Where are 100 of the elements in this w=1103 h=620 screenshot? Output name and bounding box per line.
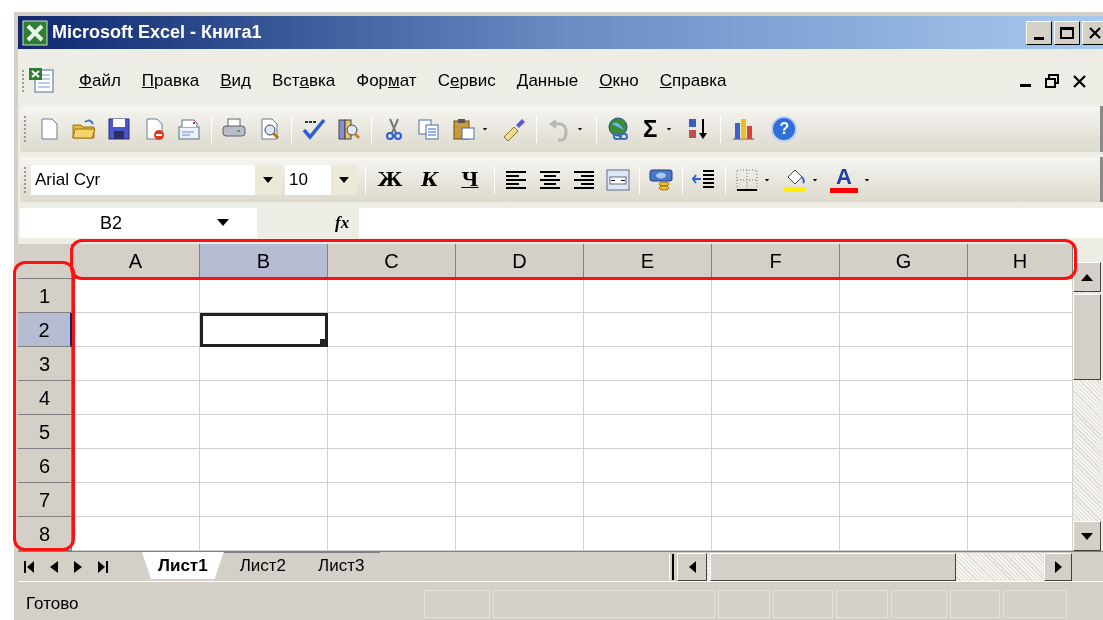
grid-cell[interactable] [584, 279, 712, 313]
row-header[interactable]: 8 [18, 517, 72, 551]
formula-field[interactable] [359, 208, 1103, 238]
grid-cell[interactable] [584, 483, 712, 517]
bar-chart-icon[interactable] [730, 116, 757, 142]
sheet-tab[interactable]: Лист1 [142, 552, 224, 579]
grid-cell[interactable] [200, 381, 328, 415]
grid-cell[interactable] [200, 483, 328, 517]
grid-cell[interactable] [712, 279, 840, 313]
next-sheet-icon[interactable] [74, 560, 82, 573]
column-header[interactable]: B [200, 244, 328, 279]
menu-item[interactable]: Сервис [431, 66, 502, 96]
grid-cell[interactable] [328, 347, 456, 381]
row-header[interactable]: 7 [18, 483, 72, 517]
grid-cell[interactable] [584, 415, 712, 449]
document-icon[interactable] [27, 66, 57, 96]
column-header[interactable]: H [968, 244, 1073, 279]
font-name-field[interactable]: Arial Cyr [31, 164, 281, 195]
minimize-button[interactable] [1026, 20, 1052, 45]
help-button[interactable]: ? [771, 116, 798, 142]
currency-icon[interactable] [648, 166, 674, 193]
grid-cell[interactable] [584, 449, 712, 483]
close-icon[interactable] [1073, 74, 1086, 88]
scroll-right-button[interactable] [1044, 552, 1072, 581]
last-sheet-icon[interactable] [98, 560, 108, 573]
menu-item[interactable]: Правка [135, 66, 206, 96]
row-header[interactable]: 4 [18, 381, 72, 415]
italic-button[interactable]: К [414, 165, 446, 194]
grid-cell[interactable] [584, 381, 712, 415]
copy-icon[interactable] [416, 116, 442, 142]
previous-sheet-icon[interactable] [50, 560, 58, 573]
grid-cell[interactable] [712, 415, 840, 449]
paintbrush-icon[interactable] [501, 116, 527, 142]
menu-item[interactable]: Формат [350, 66, 423, 96]
grid-cell[interactable] [328, 449, 456, 483]
clipboard-icon[interactable] [451, 116, 477, 142]
row-header[interactable]: 3 [18, 347, 72, 381]
grid-cell[interactable] [456, 483, 584, 517]
scroll-left-button[interactable] [677, 552, 707, 581]
grid-cell[interactable] [200, 449, 328, 483]
row-header[interactable]: 1 [18, 279, 72, 313]
font-size-field[interactable]: 10 [285, 164, 357, 195]
envelope-icon[interactable] [176, 116, 202, 142]
borders-icon[interactable] [734, 166, 760, 193]
font-color-button[interactable]: A [830, 166, 858, 193]
grid-cell[interactable] [712, 483, 840, 517]
grid-cell[interactable] [584, 347, 712, 381]
menu-item[interactable]: Данные [510, 66, 585, 96]
name-box[interactable]: B2 [20, 208, 257, 238]
grid-cell[interactable] [712, 313, 840, 347]
horizontal-scrollbar[interactable] [677, 552, 1072, 581]
grid-cell[interactable] [840, 449, 968, 483]
grid-cell[interactable] [840, 381, 968, 415]
first-sheet-icon[interactable] [24, 560, 34, 573]
split-handle[interactable] [669, 553, 674, 580]
grid-cell[interactable] [712, 381, 840, 415]
grid-cell[interactable] [840, 313, 968, 347]
grid-cell[interactable] [840, 279, 968, 313]
folder-icon[interactable] [71, 116, 97, 142]
grid-cell[interactable] [456, 381, 584, 415]
column-header[interactable]: F [712, 244, 840, 279]
grid-cell[interactable] [72, 381, 200, 415]
books-magnifier-icon[interactable] [336, 116, 362, 142]
select-all-button[interactable] [18, 244, 72, 279]
grid-cell[interactable] [456, 347, 584, 381]
column-header[interactable]: G [840, 244, 968, 279]
function-label[interactable]: fx [335, 210, 350, 236]
bold-button[interactable]: Ж [374, 165, 406, 194]
grid-cell[interactable] [840, 347, 968, 381]
grid-cell[interactable] [200, 279, 328, 313]
grid-cell[interactable] [72, 313, 200, 347]
merge-center-icon[interactable] [605, 166, 631, 193]
menu-item[interactable]: Файл [73, 66, 127, 96]
grid-cell[interactable] [456, 313, 584, 347]
grid-cell[interactable] [72, 449, 200, 483]
maximize-button[interactable] [1054, 20, 1080, 45]
close-button[interactable] [1082, 20, 1103, 45]
grid-cell[interactable] [456, 279, 584, 313]
grid-cell[interactable] [72, 483, 200, 517]
scroll-thumb[interactable] [1073, 294, 1101, 380]
scroll-up-button[interactable] [1073, 262, 1101, 292]
column-header[interactable]: A [72, 244, 200, 279]
grid-cell[interactable] [72, 279, 200, 313]
grid-cell[interactable] [840, 415, 968, 449]
scroll-thumb[interactable] [710, 552, 956, 581]
grid-cell[interactable] [72, 347, 200, 381]
underline-button[interactable]: Ч [454, 165, 486, 194]
grid-cell[interactable] [584, 313, 712, 347]
caret-icon[interactable] [339, 176, 349, 183]
grid-cell[interactable] [328, 483, 456, 517]
grid-cell[interactable] [712, 347, 840, 381]
grid-cell[interactable] [712, 449, 840, 483]
grid-cell[interactable] [200, 415, 328, 449]
grid-cell[interactable] [456, 415, 584, 449]
column-header[interactable]: D [456, 244, 584, 279]
minimize-icon[interactable] [1020, 83, 1031, 87]
row-header[interactable]: 5 [18, 415, 72, 449]
menu-item[interactable]: Вид [214, 66, 257, 96]
grid-cell[interactable] [328, 381, 456, 415]
autosum-button[interactable]: Σ [641, 117, 660, 141]
